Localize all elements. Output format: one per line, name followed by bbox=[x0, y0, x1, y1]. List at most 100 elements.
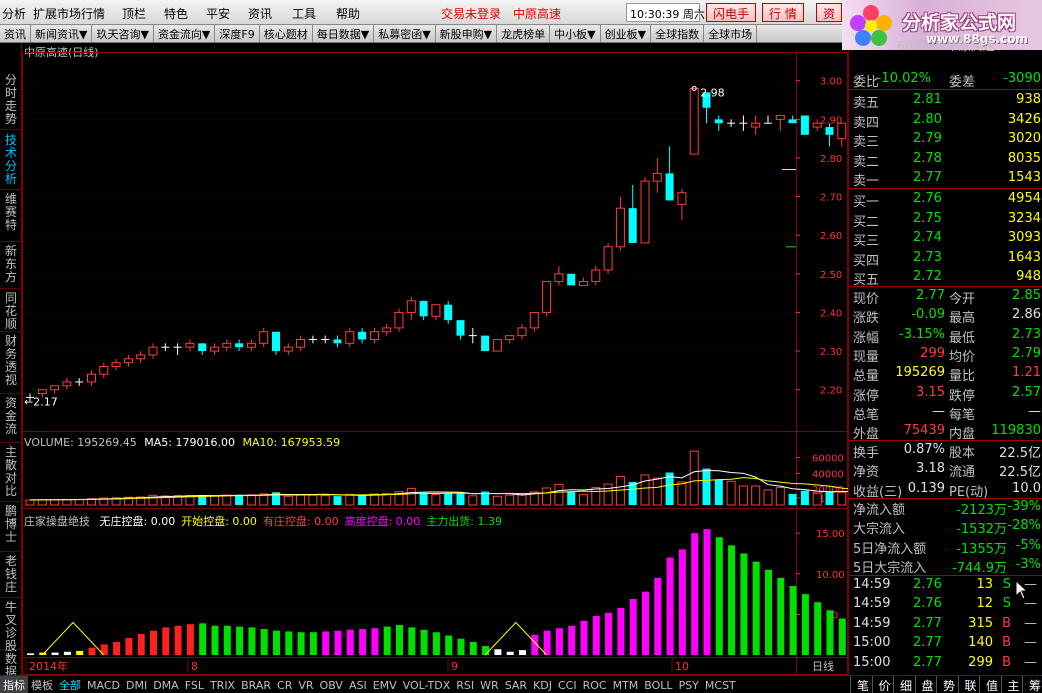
candle[interactable] bbox=[136, 351, 146, 363]
menu-item-7[interactable]: 帮助 bbox=[336, 5, 360, 22]
candle[interactable] bbox=[198, 343, 207, 355]
candle[interactable] bbox=[406, 297, 416, 321]
candle[interactable] bbox=[99, 362, 109, 379]
quote-button[interactable]: 行 情 bbox=[762, 3, 804, 22]
toolbar-item-11[interactable]: 创业板▼ bbox=[601, 25, 652, 42]
vtab-4[interactable]: 同花顺 bbox=[0, 290, 22, 332]
toolbar-item-8[interactable]: 新股申购▼ bbox=[436, 25, 498, 42]
toolbar-item-5[interactable]: 核心题材 bbox=[260, 25, 313, 42]
toolbar-item-1[interactable]: 新闻资讯▼ bbox=[31, 25, 93, 42]
candle[interactable] bbox=[603, 242, 613, 274]
candle[interactable] bbox=[173, 343, 182, 355]
candle[interactable] bbox=[739, 115, 748, 131]
candle[interactable] bbox=[333, 335, 342, 348]
indicator-tab-13[interactable]: EMV bbox=[370, 678, 400, 693]
candle[interactable] bbox=[62, 378, 72, 390]
candle[interactable] bbox=[123, 354, 133, 367]
indicator-tab-16[interactable]: WR bbox=[477, 678, 502, 693]
candle[interactable] bbox=[542, 281, 552, 317]
candle[interactable] bbox=[358, 327, 367, 344]
candle[interactable] bbox=[640, 177, 650, 244]
candle[interactable] bbox=[677, 188, 687, 220]
indicator-tab-19[interactable]: CCI bbox=[555, 678, 580, 693]
candle[interactable] bbox=[591, 266, 601, 286]
candle[interactable] bbox=[714, 115, 723, 131]
toolbar-item-9[interactable]: 龙虎榜单 bbox=[497, 25, 551, 42]
candle[interactable] bbox=[382, 324, 392, 336]
candle[interactable] bbox=[369, 327, 379, 344]
indicator-tab-2[interactable]: 全部 bbox=[56, 676, 84, 693]
vtab-8[interactable]: 鹏博士 bbox=[0, 503, 22, 552]
toolbar-item-4[interactable]: 深度F9 bbox=[215, 25, 260, 42]
candle[interactable] bbox=[222, 339, 232, 352]
candle[interactable] bbox=[111, 358, 121, 371]
candle[interactable] bbox=[431, 304, 441, 321]
candle[interactable] bbox=[185, 339, 195, 352]
indicator-tab-10[interactable]: VR bbox=[295, 678, 316, 693]
candle[interactable] bbox=[567, 273, 576, 286]
candle[interactable] bbox=[456, 320, 465, 340]
indicator-tab-1[interactable]: 模板 bbox=[28, 676, 56, 693]
vtab-1[interactable]: 技术分析 bbox=[0, 132, 22, 190]
candle[interactable] bbox=[837, 122, 847, 147]
indicator-tab-0[interactable]: 指标 bbox=[0, 676, 28, 693]
indicator-tab-6[interactable]: FSL bbox=[182, 678, 207, 693]
candle[interactable] bbox=[665, 146, 674, 201]
indicator-tab-8[interactable]: BRAR bbox=[238, 678, 274, 693]
toolbar-item-6[interactable]: 每日数据▼ bbox=[313, 25, 375, 42]
candle[interactable] bbox=[161, 343, 170, 352]
candle[interactable] bbox=[296, 335, 306, 352]
chart-area[interactable]: 3.002.902.802.702.602.502.402.302.202.98… bbox=[22, 43, 848, 675]
info-button[interactable]: 资 bbox=[816, 3, 843, 22]
toolbar-item-7[interactable]: 私募密函▼ bbox=[374, 25, 436, 42]
vtab-9[interactable]: 老钱庄 bbox=[0, 553, 22, 598]
panel-tab-8[interactable]: 筹 bbox=[1022, 676, 1042, 693]
toolbar-item-12[interactable]: 全球指数 bbox=[651, 25, 705, 42]
candle[interactable] bbox=[727, 119, 736, 128]
candle[interactable] bbox=[751, 115, 761, 135]
candle[interactable] bbox=[308, 335, 317, 344]
candle[interactable] bbox=[825, 123, 834, 147]
indicator-tab-7[interactable]: TRIX bbox=[207, 678, 238, 693]
indicator-tab-24[interactable]: MCST bbox=[702, 678, 739, 693]
indicator-tab-14[interactable]: VOL-TDX bbox=[400, 678, 454, 693]
candle[interactable] bbox=[75, 378, 84, 386]
indicator-tab-5[interactable]: DMA bbox=[150, 678, 182, 693]
vtab-0[interactable]: 分时走势 bbox=[0, 72, 22, 130]
menu-item-2[interactable]: 顶栏 bbox=[122, 5, 146, 22]
candle[interactable] bbox=[652, 157, 662, 193]
vtab-5[interactable]: 财务透视 bbox=[0, 333, 22, 394]
candle[interactable] bbox=[554, 266, 564, 286]
candle[interactable] bbox=[788, 115, 797, 124]
candle[interactable] bbox=[468, 327, 477, 344]
candle[interactable] bbox=[259, 327, 269, 348]
flash-trade-button[interactable]: 闪电手 bbox=[706, 3, 757, 22]
indicator-tab-17[interactable]: SAR bbox=[502, 678, 530, 693]
menu-item-1[interactable]: 扩展市场行情 bbox=[33, 5, 105, 22]
candle[interactable] bbox=[246, 339, 256, 352]
candle[interactable] bbox=[517, 324, 527, 340]
vtab-2[interactable]: 维赛特 bbox=[0, 191, 22, 242]
indicator-tab-22[interactable]: BOLL bbox=[641, 678, 675, 693]
indicator-tab-23[interactable]: PSY bbox=[676, 678, 702, 693]
candle[interactable] bbox=[148, 343, 158, 359]
vtab-7[interactable]: 主散对比 bbox=[0, 444, 22, 502]
indicator-tab-4[interactable]: DMI bbox=[123, 678, 150, 693]
candle[interactable] bbox=[775, 114, 785, 131]
indicator-tab-11[interactable]: OBV bbox=[317, 678, 346, 693]
indicator-tab-3[interactable]: MACD bbox=[84, 678, 123, 693]
candle[interactable] bbox=[529, 311, 539, 332]
vtab-10[interactable]: 牛叉诊股 bbox=[0, 599, 22, 653]
candle[interactable] bbox=[210, 343, 219, 355]
toolbar-item-2[interactable]: 玖天咨询▼ bbox=[92, 25, 154, 42]
candle[interactable] bbox=[800, 115, 809, 135]
indicator-tab-9[interactable]: CR bbox=[274, 678, 295, 693]
indicator-tab-18[interactable]: KDJ bbox=[530, 678, 555, 693]
candle[interactable] bbox=[579, 277, 588, 286]
candle[interactable] bbox=[492, 338, 502, 352]
indicator-tab-20[interactable]: ROC bbox=[580, 678, 610, 693]
candle[interactable] bbox=[628, 185, 637, 243]
indicator-tab-15[interactable]: RSI bbox=[453, 678, 477, 693]
indicator-tab-12[interactable]: ASI bbox=[346, 678, 370, 693]
candle[interactable] bbox=[50, 385, 60, 394]
